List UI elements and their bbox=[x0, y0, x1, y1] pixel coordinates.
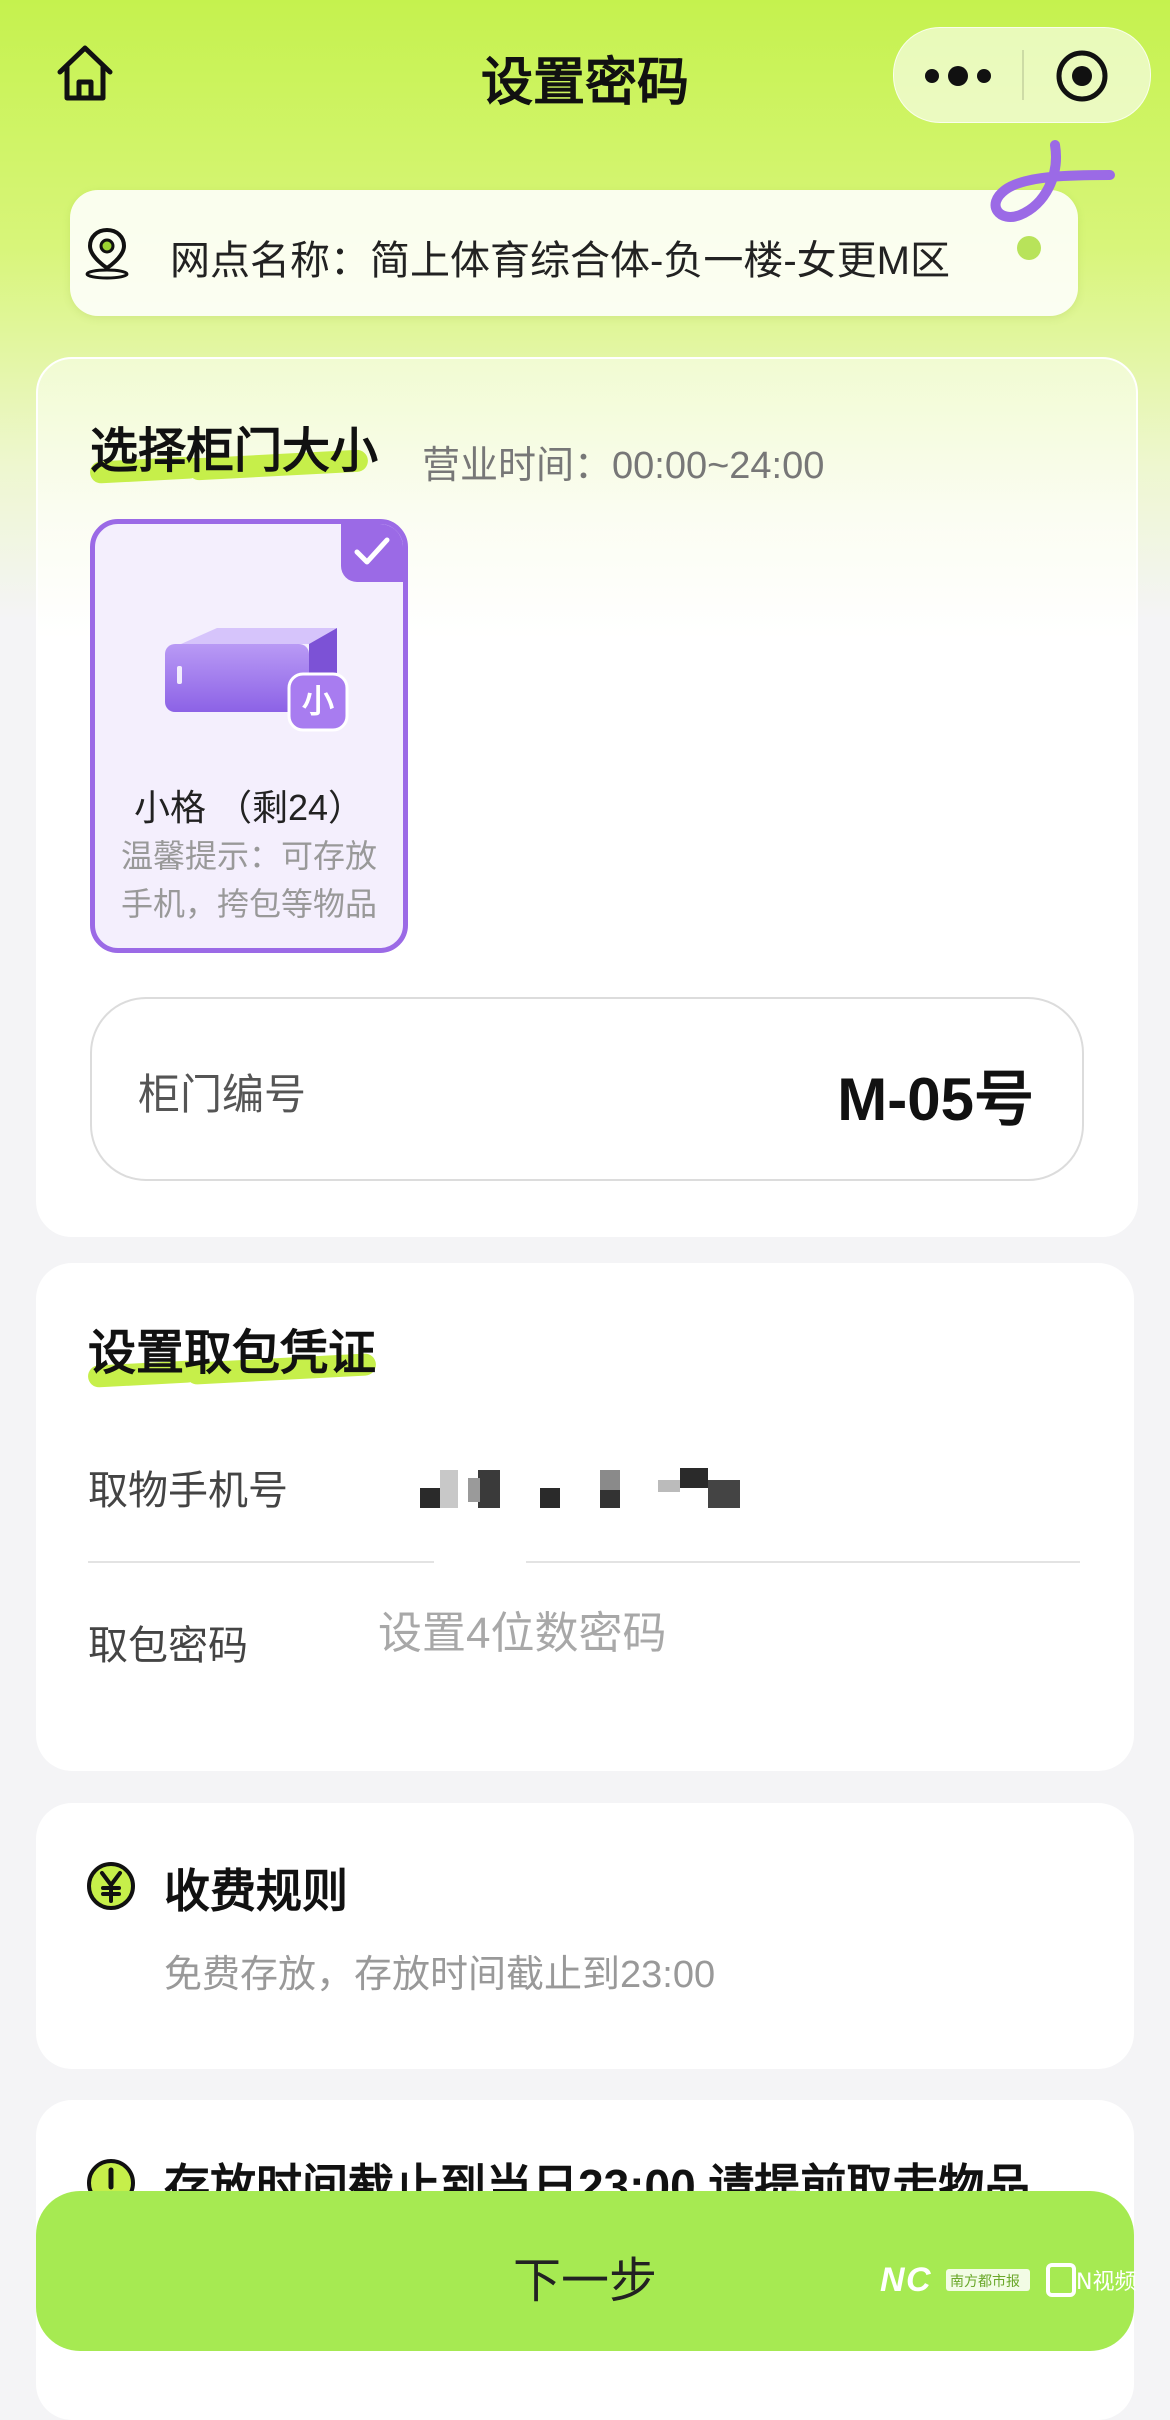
svg-text:N: N bbox=[880, 2261, 906, 2299]
field-divider bbox=[88, 1561, 434, 1563]
password-input[interactable] bbox=[376, 1593, 1080, 1675]
target-close-icon bbox=[1056, 50, 1108, 102]
option-tip-line: 温馨提示：可存放 bbox=[120, 838, 377, 874]
location-name: 网点名称：简上体育综合体-负一楼-女更M区 bbox=[170, 239, 950, 283]
fee-rule-title: 收费规则 bbox=[164, 1865, 348, 1917]
more-dots-icon bbox=[925, 66, 991, 86]
section-title: 设置取包凭证 bbox=[88, 1327, 377, 1380]
field-divider bbox=[526, 1561, 1080, 1563]
phone-label: 取物手机号 bbox=[88, 1469, 288, 1513]
option-name: 小格 （剩24） bbox=[133, 787, 365, 828]
watermark-right: N视频 bbox=[1076, 2270, 1136, 2295]
credential-card: 设置取包凭证 取物手机号 取包密码 bbox=[36, 1263, 1134, 1771]
capsule-separator bbox=[1022, 50, 1024, 100]
size-selection-card: 选择柜门大小 营业时间：00:00~24:00 小 小格 （剩24） 温馨提示：… bbox=[36, 357, 1138, 1237]
fee-rule-description: 免费存放，存放时间截止到23:00 bbox=[164, 1954, 716, 1996]
selected-badge bbox=[341, 524, 403, 582]
fee-rule-card: 收费规则 免费存放，存放时间截止到23:00 bbox=[36, 1803, 1134, 2069]
yen-icon bbox=[87, 1862, 135, 1910]
location-bar: 网点名称：简上体育综合体-负一楼-女更M区 bbox=[70, 190, 1078, 316]
phone-number-masked[interactable] bbox=[420, 1468, 740, 1508]
door-number-field: 柜门编号 M-05号 bbox=[90, 997, 1084, 1181]
option-tip: 温馨提示：可存放 手机，挎包等物品 bbox=[95, 832, 403, 928]
locker-size-option-small[interactable]: 小 小格 （剩24） 温馨提示：可存放 手机，挎包等物品 bbox=[90, 519, 408, 953]
door-number-label: 柜门编号 bbox=[138, 1071, 307, 1118]
mini-program-capsule bbox=[893, 27, 1151, 123]
nav-bar: 设置密码 bbox=[0, 0, 1170, 150]
locker-size-badge: 小 bbox=[301, 683, 334, 719]
more-button[interactable] bbox=[922, 56, 994, 96]
password-label: 取包密码 bbox=[88, 1624, 248, 1668]
option-tip-line: 手机，挎包等物品 bbox=[120, 886, 377, 922]
location-pin-icon bbox=[85, 227, 129, 280]
decoration-swirl-icon bbox=[990, 140, 1115, 260]
watermark-left: 南方都市报 bbox=[950, 2273, 1020, 2290]
door-number-value: M-05号 bbox=[837, 1066, 1034, 1133]
watermark-logo: N C 南方都市报 N视频 bbox=[880, 2261, 1136, 2299]
check-icon bbox=[354, 537, 390, 565]
section-title: 选择柜门大小 bbox=[90, 425, 379, 478]
svg-text:C: C bbox=[906, 2261, 931, 2299]
close-button[interactable] bbox=[1054, 48, 1110, 104]
business-hours: 营业时间：00:00~24:00 bbox=[422, 445, 825, 487]
